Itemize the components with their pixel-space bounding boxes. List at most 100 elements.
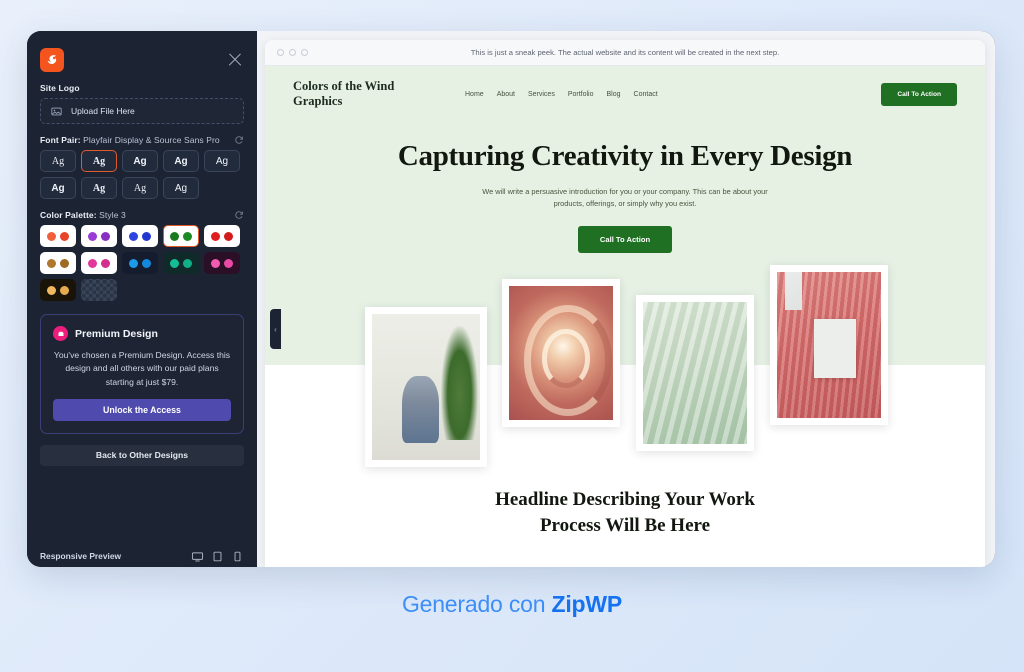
mobile-preview-icon[interactable] xyxy=(231,550,244,563)
font-pair-label: Font Pair: Playfair Display & Source San… xyxy=(40,135,220,145)
sneak-peek-note: This is just a sneak peek. The actual we… xyxy=(470,48,780,57)
window-dot xyxy=(301,49,308,56)
bottom-headline-line2: Process Will Be Here xyxy=(539,514,711,536)
site-nav-item-about[interactable]: About xyxy=(497,91,515,98)
color-palette-label-prefix: Color Palette: xyxy=(40,210,97,220)
site-logo-upload-text: Upload File Here xyxy=(71,106,135,116)
color-palette-swatch-3[interactable] xyxy=(122,225,158,247)
font-pair-chip-label: Ag xyxy=(174,182,188,194)
palette-dot xyxy=(211,231,220,241)
site-brand[interactable]: Colors of the Wind Graphics xyxy=(293,79,443,109)
zipwp-comet-logo-icon[interactable] xyxy=(40,48,64,72)
palette-dot xyxy=(129,231,138,241)
color-palette-swatch-4[interactable] xyxy=(163,225,199,247)
premium-card-body: You've chosen a Premium Design. Access t… xyxy=(53,350,231,387)
footer-brand-name: ZipWP xyxy=(551,591,623,617)
hero-title: Capturing Creativity in Every Design xyxy=(397,140,853,172)
color-palette-swatch-12[interactable] xyxy=(81,279,117,301)
palette-dot xyxy=(60,231,69,241)
site-brand-line2: Graphics xyxy=(293,94,343,108)
responsive-preview-label: Responsive Preview xyxy=(40,551,121,561)
pink-fur-frame-photo xyxy=(777,272,881,419)
sidebar-collapse-toggle[interactable]: ‹ xyxy=(270,309,281,349)
design-settings-sidebar: Site Logo Upload File Here Font Pair: Pl… xyxy=(27,31,257,567)
font-pair-chip-5[interactable]: Ag xyxy=(204,150,240,172)
color-palette-label-value: Style 3 xyxy=(99,210,126,220)
palette-dot xyxy=(170,231,179,241)
palette-dot xyxy=(142,231,151,241)
gallery-frame-2 xyxy=(502,279,620,428)
footer-prefix: Generado con xyxy=(401,591,552,617)
site-nav-item-blog[interactable]: Blog xyxy=(607,91,621,98)
premium-badge-icon xyxy=(53,326,68,341)
palette-dot xyxy=(142,258,151,268)
footer-branding: Generado con ZipWP xyxy=(0,591,1024,618)
hero-subtitle: We will write a persuasive introduction … xyxy=(482,187,768,209)
responsive-preview-icons xyxy=(191,550,244,563)
font-pair-chip-label: Ag xyxy=(92,182,106,194)
unlock-the-access-button[interactable]: Unlock the Access xyxy=(53,398,231,421)
refresh-icon[interactable] xyxy=(234,210,244,220)
font-pair-chip-8[interactable]: Ag xyxy=(122,177,158,199)
browser-traffic-lights xyxy=(277,49,308,56)
responsive-preview-bar: Responsive Preview xyxy=(27,539,257,567)
color-palette-swatch-6[interactable] xyxy=(40,252,76,274)
palette-dot xyxy=(88,258,97,268)
refresh-icon[interactable] xyxy=(234,135,244,145)
font-pair-chip-7[interactable]: Ag xyxy=(81,177,117,199)
desktop-preview-icon[interactable] xyxy=(191,550,204,563)
color-palette-label-row: Color Palette: Style 3 xyxy=(40,210,244,220)
color-palette-swatch-5[interactable] xyxy=(204,225,240,247)
gallery-frame-1 xyxy=(365,307,487,468)
site-nav-item-contact[interactable]: Contact xyxy=(634,91,658,98)
header-cta-button[interactable]: Call To Action xyxy=(881,82,957,106)
font-pair-chip-3[interactable]: Ag xyxy=(122,150,158,172)
font-pair-label-row: Font Pair: Playfair Display & Source San… xyxy=(40,135,244,145)
palette-dot xyxy=(101,258,110,268)
site-logo-label: Site Logo xyxy=(40,83,80,93)
palette-dot xyxy=(170,258,179,268)
browser-mockup: This is just a sneak peek. The actual we… xyxy=(265,40,985,567)
site-nav-item-home[interactable]: Home xyxy=(465,91,484,98)
font-pair-chip-4[interactable]: Ag xyxy=(163,150,199,172)
color-palette-swatch-9[interactable] xyxy=(163,252,199,274)
site-nav-item-services[interactable]: Services xyxy=(528,91,555,98)
tablet-preview-icon[interactable] xyxy=(211,550,224,563)
palette-dot xyxy=(129,258,138,268)
color-palette-swatch-7[interactable] xyxy=(81,252,117,274)
font-pair-chip-label: Ag xyxy=(174,155,188,167)
color-palette-swatch-11[interactable] xyxy=(40,279,76,301)
color-palette-swatch-8[interactable] xyxy=(122,252,158,274)
preview-site: Colors of the Wind Graphics Home About Ser… xyxy=(265,66,985,567)
font-pair-chip-label: Ag xyxy=(92,155,106,167)
font-pair-chip-9[interactable]: Ag xyxy=(163,177,199,199)
palette-dot xyxy=(183,231,192,241)
site-logo-upload-field[interactable]: Upload File Here xyxy=(40,98,244,124)
color-palette-swatch-1[interactable] xyxy=(40,225,76,247)
palette-dot xyxy=(224,231,233,241)
premium-card-title: Premium Design xyxy=(75,327,158,340)
palette-dot xyxy=(60,258,69,268)
font-pair-label-value: Playfair Display & Source Sans Pro xyxy=(83,135,220,145)
font-pair-chip-6[interactable]: Ag xyxy=(40,177,76,199)
app-window: Site Logo Upload File Here Font Pair: Pl… xyxy=(27,31,995,567)
chevron-left-icon: ‹ xyxy=(274,324,277,334)
browser-titlebar: This is just a sneak peek. The actual we… xyxy=(265,40,985,66)
font-pair-chip-grid: Ag Ag Ag Ag Ag Ag Ag Ag Ag xyxy=(40,150,244,199)
image-gallery xyxy=(265,265,985,471)
site-navigation: Home About Services Portfolio Blog Contact xyxy=(443,91,881,98)
site-nav-item-portfolio[interactable]: Portfolio xyxy=(568,91,594,98)
back-to-other-designs-button[interactable]: Back to Other Designs xyxy=(40,444,244,466)
spiral-staircase-photo xyxy=(509,286,613,421)
hero-cta-button[interactable]: Call To Action xyxy=(577,226,673,254)
color-palette-swatch-10[interactable] xyxy=(204,252,240,274)
palette-dot xyxy=(211,258,220,268)
color-palette-swatch-2[interactable] xyxy=(81,225,117,247)
bottom-headline: Headline Describing Your Work Process Wi… xyxy=(265,487,985,537)
close-icon[interactable] xyxy=(226,51,244,69)
window-dot xyxy=(289,49,296,56)
palette-dot xyxy=(224,258,233,268)
font-pair-chip-2[interactable]: Ag xyxy=(81,150,117,172)
bottom-headline-line1: Headline Describing Your Work xyxy=(495,489,755,511)
font-pair-chip-1[interactable]: Ag xyxy=(40,150,76,172)
